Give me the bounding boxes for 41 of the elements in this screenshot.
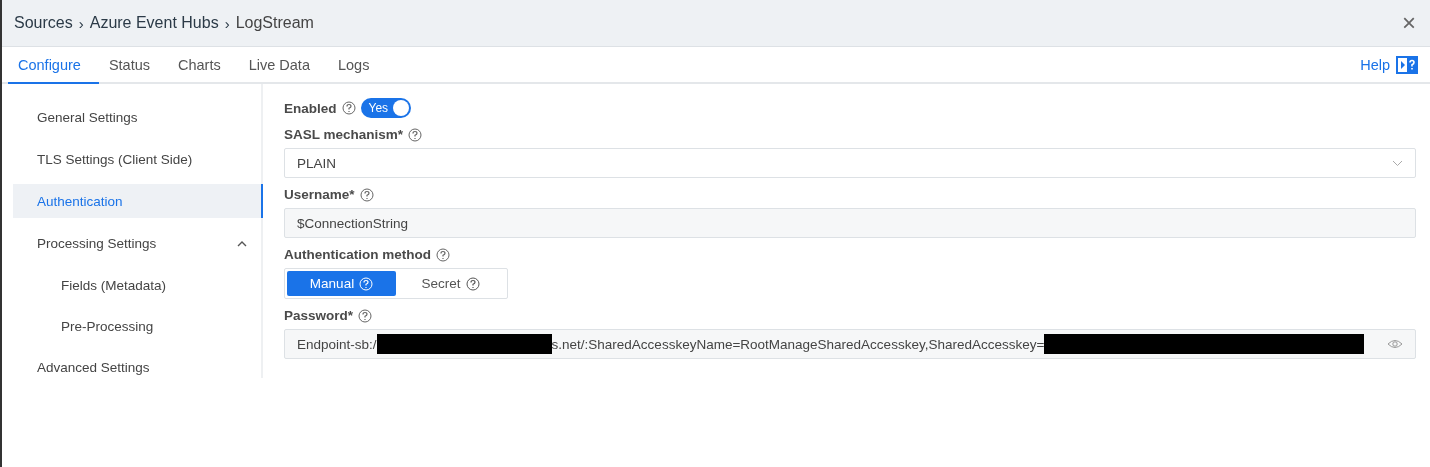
field-label: Password* bbox=[284, 308, 354, 323]
sidebar-item[interactable]: General Settings bbox=[13, 100, 263, 134]
sidebar-item[interactable]: Advanced Settings bbox=[13, 350, 263, 384]
breadcrumb-item[interactable]: Sources bbox=[14, 14, 73, 32]
eye-icon[interactable] bbox=[1387, 339, 1403, 349]
dropdown-icon bbox=[1392, 159, 1403, 167]
username-field[interactable]: $ConnectionString bbox=[284, 208, 1416, 238]
sidebar-item[interactable]: Processing Settings bbox=[13, 226, 263, 260]
segment-button[interactable]: Manual bbox=[287, 271, 396, 296]
help-icon[interactable] bbox=[359, 187, 374, 202]
tab[interactable]: Status bbox=[98, 47, 168, 84]
help-link[interactable]: Help bbox=[1360, 56, 1390, 73]
help-icon[interactable] bbox=[358, 308, 373, 323]
help-icon[interactable] bbox=[436, 247, 450, 262]
sidebar-item[interactable]: Authentication bbox=[13, 184, 263, 218]
chevron-icon[interactable] bbox=[237, 239, 247, 247]
tab[interactable]: Logs bbox=[327, 47, 388, 84]
password-text: Endpoint-sb:/ bbox=[297, 336, 377, 352]
sidebar-item[interactable]: TLS Settings (Client Side) bbox=[13, 142, 263, 176]
help-icon[interactable] bbox=[341, 101, 356, 115]
help-icon[interactable] bbox=[465, 276, 480, 291]
field-label: Enabled bbox=[284, 100, 337, 116]
password-text: s.net/:SharedAccesskeyName=RootManageSharedAccesskey,SharedAccesskey= bbox=[551, 336, 1045, 352]
breadcrumb-separator: › bbox=[224, 14, 230, 32]
field-label: Authentication method bbox=[284, 247, 431, 262]
enabled-toggle[interactable]: Yes bbox=[360, 98, 411, 118]
field-label: SASL mechanism* bbox=[284, 127, 404, 142]
tab[interactable]: Charts bbox=[168, 47, 239, 84]
sasl-select[interactable]: PLAIN bbox=[284, 148, 1416, 178]
password-field[interactable]: Endpoint-sb:/ s.net/:SharedAccesskeyName=RootManageSharedAccesskey,SharedAccesskey= bbox=[284, 329, 1416, 359]
field-label: Username* bbox=[284, 187, 355, 202]
breadcrumb-item[interactable]: Azure Event Hubs bbox=[89, 14, 219, 32]
close-button[interactable]: × bbox=[1402, 11, 1416, 35]
sidebar-item[interactable]: Pre-Processing bbox=[13, 309, 263, 343]
breadcrumb-separator: › bbox=[78, 14, 84, 32]
tab[interactable]: Configure bbox=[8, 47, 99, 84]
tab[interactable]: Live Data bbox=[238, 47, 328, 84]
sidebar-item[interactable]: Fields (Metadata) bbox=[13, 268, 263, 302]
help-icon[interactable] bbox=[408, 127, 423, 142]
help-panel-icon[interactable] bbox=[1396, 55, 1418, 74]
breadcrumb-item: LogStream bbox=[235, 14, 314, 32]
